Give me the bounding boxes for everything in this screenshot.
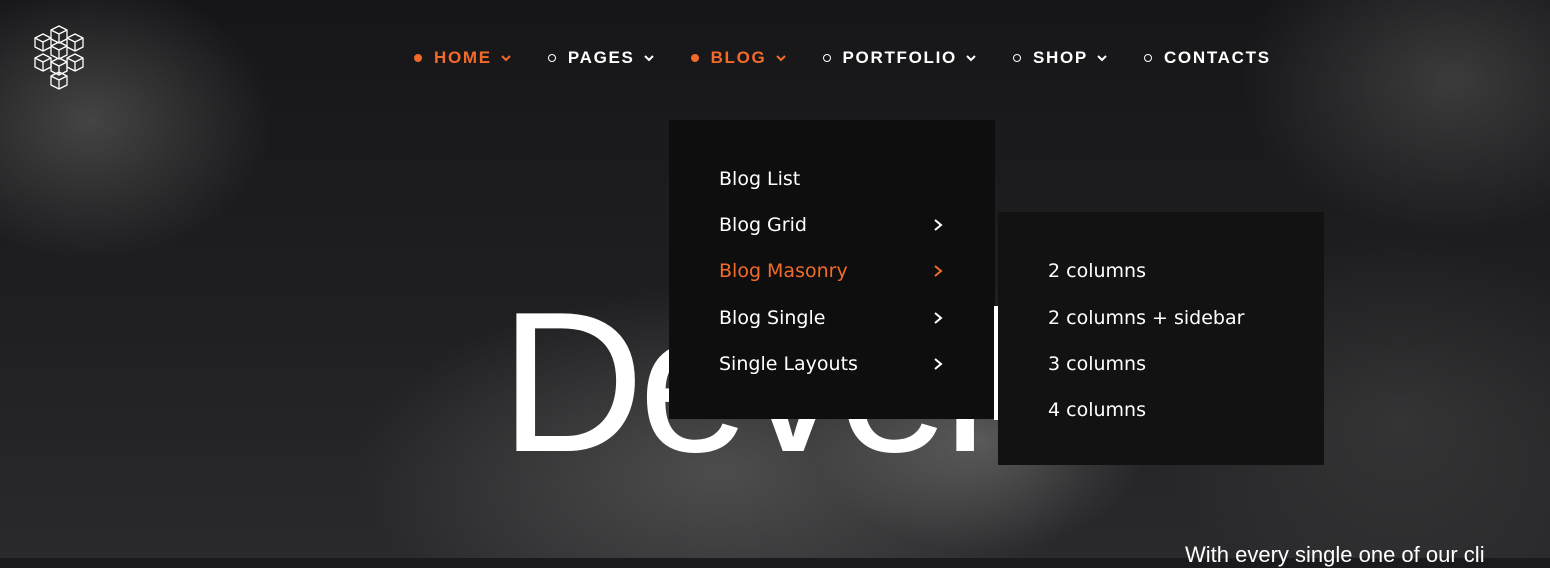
menu-item-label: Blog List [719, 168, 801, 190]
menu-item-label: Blog Single [719, 307, 826, 329]
nav-item-portfolio[interactable]: PORTFOLIO [822, 48, 977, 68]
nav-dot-icon [414, 54, 422, 62]
nav-item-home[interactable]: HOME [414, 48, 512, 68]
menu-item-label: Blog Masonry [719, 260, 848, 282]
nav-label-blog: BLOG [710, 48, 767, 67]
chevron-right-icon [934, 265, 943, 277]
chevron-right-icon [934, 219, 943, 231]
submenu-item-4-columns[interactable]: 4 columns [1048, 395, 1146, 425]
nav-dot-icon [1012, 54, 1021, 62]
menu-item-blog-list[interactable]: Blog List [719, 164, 945, 194]
menu-item-label: Single Layouts [719, 353, 858, 375]
chevron-down-icon [501, 55, 511, 62]
nav-dot-icon [690, 54, 699, 62]
chevron-down-icon [643, 55, 654, 62]
chevron-right-icon [934, 358, 943, 370]
nav-label-home: HOME [434, 48, 492, 67]
menu-item-blog-grid[interactable]: Blog Grid [719, 210, 945, 240]
nav-dot-icon [822, 54, 831, 62]
logo-icon[interactable] [30, 24, 88, 92]
nav-label-portfolio: PORTFOLIO [842, 48, 957, 67]
nav-dot-icon [1143, 54, 1152, 62]
menu-item-single-layouts[interactable]: Single Layouts [719, 349, 945, 379]
nav-label-pages: PAGES [567, 48, 635, 67]
nav-label-contacts: CONTACTS [1163, 48, 1271, 67]
submenu-item-3-columns[interactable]: 3 columns [1048, 349, 1146, 379]
nav-item-blog[interactable]: BLOG [690, 48, 787, 68]
menu-item-label: Blog Grid [719, 214, 807, 236]
submenu-item-2-columns[interactable]: 2 columns [1048, 256, 1146, 286]
chevron-down-icon [775, 55, 786, 62]
nav-dot-icon [547, 54, 556, 62]
submenu-item-2-columns-sidebar[interactable]: 2 columns + sidebar [1048, 303, 1244, 333]
chevron-down-icon [1097, 55, 1107, 62]
chevron-down-icon [966, 55, 976, 62]
nav-label-shop: SHOP [1032, 48, 1088, 67]
blog-dropdown-menu: Blog List Blog Grid Blog Masonry Blog Si… [669, 120, 995, 419]
nav-item-pages[interactable]: PAGES [547, 48, 655, 68]
chevron-right-icon [934, 312, 943, 324]
menu-item-blog-single[interactable]: Blog Single [719, 303, 945, 333]
main-nav: HOME PAGES BLOG PORTFOLIO SHOP CONTACTS [414, 44, 1271, 72]
masonry-submenu: 2 columns 2 columns + sidebar 3 columns … [998, 212, 1324, 465]
menu-item-blog-masonry[interactable]: Blog Masonry [719, 256, 945, 286]
hero-subtitle: With every single one of our cli [1185, 542, 1485, 567]
nav-item-shop[interactable]: SHOP [1012, 48, 1108, 68]
nav-item-contacts[interactable]: CONTACTS [1143, 48, 1271, 68]
